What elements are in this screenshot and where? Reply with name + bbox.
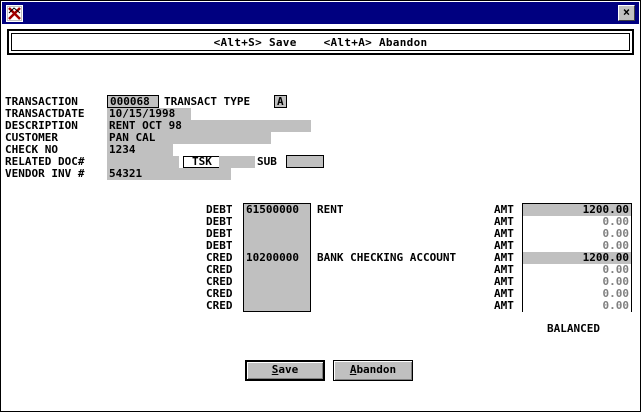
app-icon[interactable]	[6, 5, 23, 22]
close-button[interactable]: ×	[618, 5, 635, 21]
vendor-inv-field[interactable]: 54321	[107, 168, 231, 180]
transact-type-field[interactable]: A	[274, 95, 287, 108]
amount-field[interactable]: 0.00	[523, 300, 631, 312]
account-description: BANK CHECKING ACCOUNT	[317, 251, 457, 264]
journal-entry-window: × <Alt+S> Save <Alt+A> Abandon TRANSACTI…	[0, 0, 641, 412]
save-shortcut-hint: <Alt+S> Save	[213, 36, 297, 49]
account-field[interactable]: 10200000	[246, 252, 299, 264]
shortcut-hint-bar: <Alt+S> Save <Alt+A> Abandon	[7, 29, 634, 55]
abandon-button-label: bandon	[356, 363, 397, 376]
account-description: RENT	[317, 203, 344, 216]
line-type: CRED	[206, 299, 233, 312]
check-no-field[interactable]: 1234	[107, 144, 173, 156]
sub-label: SUB	[257, 155, 277, 168]
account-field[interactable]: 61500000	[246, 204, 299, 216]
balance-status: BALANCED	[547, 322, 600, 335]
close-icon: ×	[622, 5, 631, 19]
abandon-shortcut-hint: <Alt+A> Abandon	[323, 36, 428, 49]
vendor-inv-label: VENDOR INV #	[5, 167, 85, 180]
abandon-button[interactable]: Abandon	[333, 360, 413, 381]
transact-type-label: TRANSACT TYPE	[164, 95, 251, 108]
save-button-label: ave	[278, 363, 299, 376]
save-button[interactable]: Save	[245, 360, 325, 381]
tsk-label: TSK	[183, 156, 221, 168]
title-bar[interactable]: ×	[2, 2, 639, 24]
amt-label: AMT	[494, 299, 514, 312]
tsk-field[interactable]	[219, 156, 255, 168]
sub-field[interactable]	[286, 155, 324, 168]
